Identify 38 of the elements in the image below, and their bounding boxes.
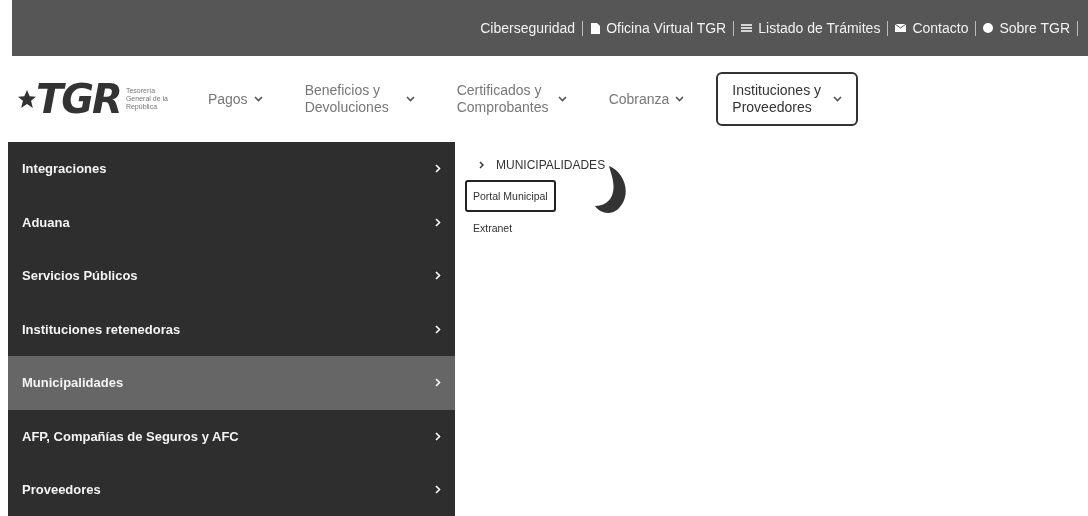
- chevron-down-icon: [405, 96, 415, 102]
- top-bar-link[interactable]: Sobre TGR: [976, 20, 1078, 36]
- chevron-right-icon: [435, 324, 441, 334]
- chevron-right-icon: [435, 271, 441, 281]
- list-icon: [741, 24, 753, 32]
- menu-item[interactable]: Municipalidades: [8, 356, 455, 410]
- nav-menu-button[interactable]: Instituciones y Proveedores: [716, 72, 859, 126]
- nav-menu-button[interactable]: Cobranza: [598, 82, 695, 116]
- chevron-down-icon: [833, 96, 843, 102]
- menu-item[interactable]: Servicios Públicos: [8, 249, 455, 303]
- top-bar-link[interactable]: Listado de Trámites: [734, 20, 889, 36]
- top-bar-link[interactable]: Oficina Virtual TGR: [583, 20, 735, 36]
- menu-item[interactable]: Integraciones: [8, 142, 455, 196]
- top-bar-link[interactable]: Contacto: [888, 20, 977, 36]
- chevron-right-icon: [479, 161, 484, 169]
- menu-item[interactable]: Aduana: [8, 195, 455, 249]
- star-icon: [18, 90, 36, 108]
- submenu-link[interactable]: Extranet: [465, 212, 521, 244]
- logo-text: TGR: [36, 76, 121, 122]
- menu-item[interactable]: AFP, Compañías de Seguros y AFC: [8, 409, 455, 463]
- chevron-down-icon: [557, 96, 567, 102]
- menu-item[interactable]: Instituciones retenedoras: [8, 302, 455, 356]
- submenu-link[interactable]: Portal Municipal: [465, 180, 556, 212]
- nav-menu-button[interactable]: Pagos: [197, 82, 273, 116]
- chevron-right-icon: [435, 217, 441, 227]
- chevron-right-icon: [435, 164, 441, 174]
- chevron-right-icon: [435, 431, 441, 441]
- mail-icon: [895, 24, 907, 32]
- menu-item[interactable]: Proveedores: [8, 463, 455, 516]
- chevron-down-icon: [675, 96, 685, 102]
- chevron-right-icon: [435, 485, 441, 495]
- submenu-heading: MUNICIPALIDADES: [496, 158, 606, 172]
- chevron-down-icon: [253, 96, 263, 102]
- nav-menu-button[interactable]: Beneficios y Devoluciones: [294, 74, 425, 124]
- document-icon: [590, 22, 601, 34]
- nav-menu-button[interactable]: Certificados y Comprobantes: [446, 74, 577, 124]
- chevron-right-icon: [435, 378, 441, 388]
- top-bar-link[interactable]: Ciberseguridad: [473, 20, 584, 36]
